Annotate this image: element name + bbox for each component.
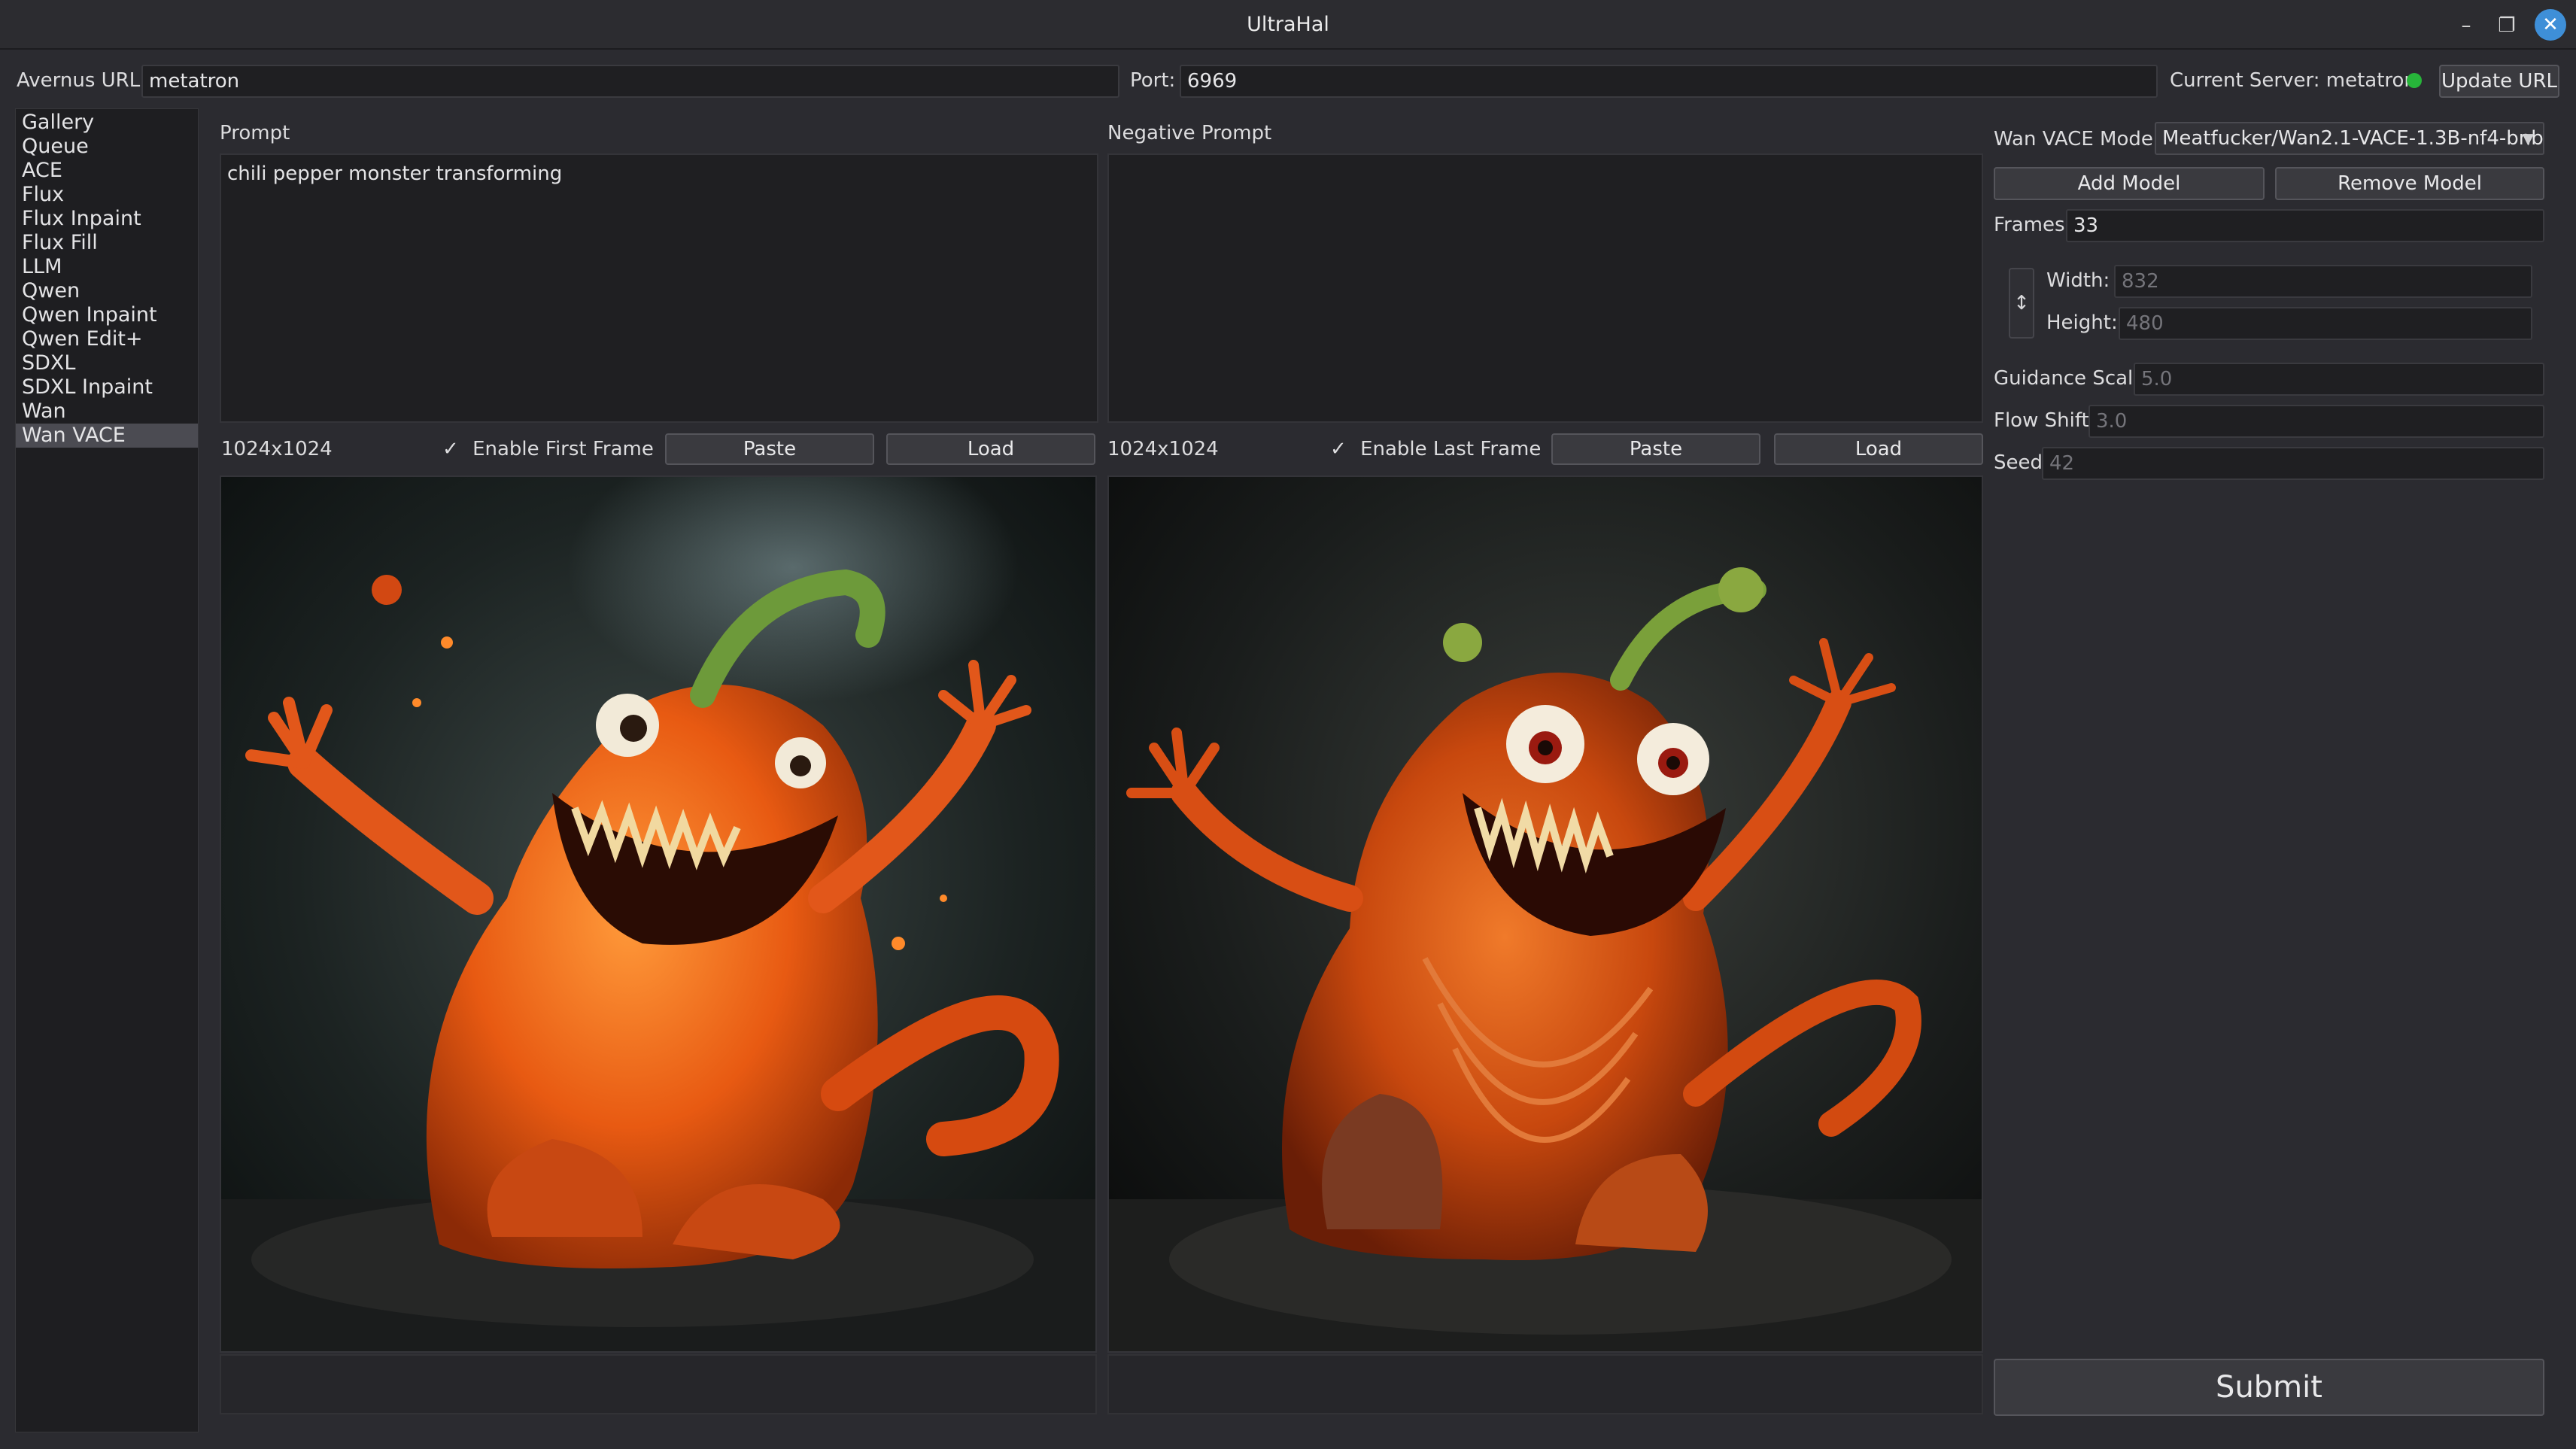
avernus-url-label: Avernus URL: [17, 69, 147, 92]
sidebar-item-wan-vace[interactable]: Wan VACE [16, 424, 198, 448]
frames-input[interactable]: 33 [2066, 209, 2544, 242]
model-select-value: Meatfucker/Wan2.1-VACE-1.3B-nf4-bnb [2162, 127, 2544, 150]
wan-vace-model-label: Wan VACE Model [1994, 128, 2159, 150]
sidebar-item-ace[interactable]: ACE [16, 159, 198, 183]
sidebar-item-queue[interactable]: Queue [16, 135, 198, 159]
sidebar-item-sdxl[interactable]: SDXL [16, 351, 198, 375]
swap-dimensions-button[interactable]: ↕ [2009, 268, 2034, 339]
width-input[interactable]: 832 [2114, 265, 2532, 298]
sidebar-item-sdxl-inpaint[interactable]: SDXL Inpaint [16, 375, 198, 399]
port-label: Port: [1130, 69, 1176, 92]
sidebar-item-qwen-edit[interactable]: Qwen Edit+ [16, 327, 198, 351]
last-frame-checkbox-label: Enable Last Frame [1360, 438, 1542, 460]
last-frame-size: 1024x1024 [1107, 438, 1219, 460]
sidebar-item-qwen-inpaint[interactable]: Qwen Inpaint [16, 303, 198, 327]
close-button[interactable]: ✕ [2535, 9, 2566, 41]
remove-model-button[interactable]: Remove Model [2275, 167, 2544, 200]
first-frame-size: 1024x1024 [221, 438, 333, 460]
update-url-button[interactable]: Update URL [2439, 65, 2559, 98]
height-input[interactable]: 480 [2119, 307, 2532, 340]
wan-vace-model-select[interactable]: Meatfucker/Wan2.1-VACE-1.3B-nf4-bnb ▼ [2155, 122, 2544, 155]
sidebar-item-flux[interactable]: Flux [16, 183, 198, 207]
first-frame-checkbox-label: Enable First Frame [472, 438, 654, 460]
first-frame-checkbox[interactable]: ✓ Enable First Frame [442, 438, 654, 460]
height-label: Height: [2046, 311, 2118, 334]
avernus-url-input[interactable]: metatron [141, 65, 1119, 98]
chevron-down-icon: ▼ [2522, 129, 2534, 147]
submit-button[interactable]: Submit [1994, 1359, 2544, 1416]
first-frame-footer [220, 1354, 1097, 1414]
negative-prompt-label: Negative Prompt [1107, 122, 1272, 144]
seed-label: Seed [1994, 451, 2043, 474]
server-status-indicator [2407, 73, 2422, 88]
flow-shift-input[interactable]: 3.0 [2088, 405, 2544, 438]
sidebar-item-flux-inpaint[interactable]: Flux Inpaint [16, 207, 198, 231]
last-frame-illustration [1109, 477, 1982, 1351]
sidebar-item-qwen[interactable]: Qwen [16, 279, 198, 303]
restore-button[interactable]: ❐ [2492, 11, 2522, 41]
sidebar-item-wan[interactable]: Wan [16, 399, 198, 424]
prompt-label: Prompt [220, 122, 290, 144]
last-frame-checkbox[interactable]: ✓ Enable Last Frame [1330, 438, 1541, 460]
flow-shift-label: Flow Shift [1994, 409, 2089, 432]
sidebar-nav: Gallery Queue ACE Flux Flux Inpaint Flux Fill… [15, 108, 199, 1432]
checkmark-icon: ✓ [442, 438, 459, 460]
prompt-textarea[interactable]: chili pepper monster transforming [220, 153, 1098, 423]
first-frame-illustration [221, 477, 1095, 1351]
negative-prompt-textarea[interactable] [1107, 153, 1983, 423]
sidebar-item-llm[interactable]: LLM [16, 255, 198, 279]
window-title: UltraHal [1247, 13, 1329, 36]
guidance-scale-input[interactable]: 5.0 [2134, 363, 2544, 396]
frames-label: Frames [1994, 214, 2065, 236]
last-frame-image[interactable] [1107, 475, 1983, 1353]
first-frame-image[interactable] [220, 475, 1097, 1353]
port-input[interactable]: 6969 [1180, 65, 2158, 98]
width-label: Width: [2046, 269, 2110, 292]
sidebar-item-gallery[interactable]: Gallery [16, 111, 198, 135]
guidance-scale-label: Guidance Scale [1994, 367, 2146, 390]
sidebar-item-flux-fill[interactable]: Flux Fill [16, 231, 198, 255]
current-server-label: Current Server: metatron [2170, 69, 2417, 92]
last-frame-load-button[interactable]: Load [1774, 433, 1983, 465]
add-model-button[interactable]: Add Model [1994, 167, 2265, 200]
first-frame-load-button[interactable]: Load [886, 433, 1095, 465]
minimize-button[interactable]: – [2451, 11, 2481, 41]
seed-input[interactable]: 42 [2042, 447, 2544, 480]
last-frame-footer [1107, 1354, 1983, 1414]
first-frame-paste-button[interactable]: Paste [665, 433, 874, 465]
checkmark-icon: ✓ [1330, 438, 1347, 460]
last-frame-paste-button[interactable]: Paste [1551, 433, 1760, 465]
